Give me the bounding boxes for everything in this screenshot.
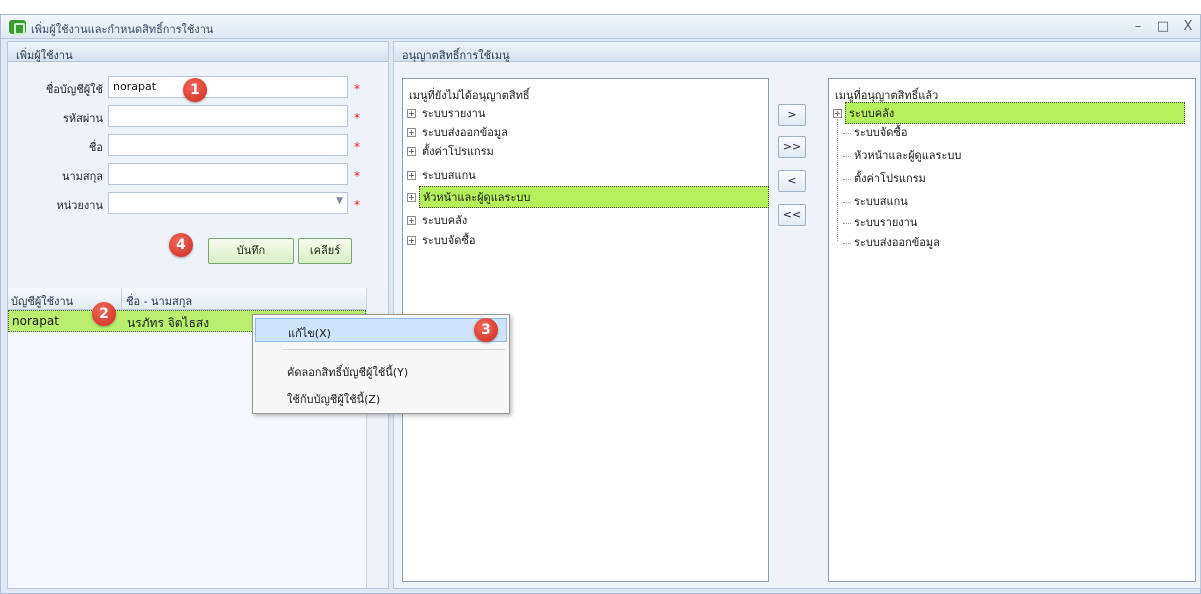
expand-icon[interactable]: +: [833, 108, 842, 118]
menu-item-edit[interactable]: แก้ไข(X): [255, 318, 507, 342]
first-name-label: ชื่อ: [88, 141, 103, 154]
tree-leaf-admin[interactable]: หัวหน้าและผู้ดูแลระบบ: [843, 146, 961, 164]
annotation-badge-4: 4: [169, 233, 193, 257]
expand-icon[interactable]: +: [407, 170, 416, 180]
password-label: รหัสผ่าน: [62, 112, 103, 125]
expand-icon[interactable]: +: [407, 192, 416, 202]
app-icon: [9, 20, 26, 35]
clear-button[interactable]: เคลียร์: [298, 238, 352, 264]
available-menu-title: เมนูที่ยังไม่ได้อนุญาตสิทธิ์: [409, 89, 530, 102]
title-bar: เพิ่มผู้ใช้งานและกำหนดสิทธิ์การใช้งาน – …: [1, 15, 1200, 39]
department-select[interactable]: ▼: [108, 192, 348, 214]
tree-item-purchasing[interactable]: + ระบบจัดซื้อ: [407, 230, 478, 248]
tree-item-warehouse-granted[interactable]: + ระบบคลัง: [833, 102, 1185, 124]
department-label: หน่วยงาน: [56, 199, 103, 212]
tree-connector: [837, 119, 838, 241]
cell-name: นรภัทร จิตไธสง: [127, 316, 210, 330]
user-permission-window: เพิ่มผู้ใช้งานและกำหนดสิทธิ์การใช้งาน – …: [0, 14, 1201, 594]
first-name-input[interactable]: [108, 134, 348, 156]
account-label: ชื่อบัญชีผู้ใช้: [45, 83, 103, 96]
account-input[interactable]: norapat: [108, 76, 348, 98]
menu-divider: [283, 349, 505, 350]
tree-item-warehouse[interactable]: + ระบบคลัง: [407, 210, 470, 228]
close-button[interactable]: X: [1179, 18, 1197, 36]
tree-item-report[interactable]: + ระบบรายงาน: [407, 103, 488, 121]
annotation-badge-2: 2: [92, 302, 116, 326]
column-header-account[interactable]: บัญชีผู้ใช้งาน: [11, 292, 73, 310]
last-name-label: นามสกุล: [61, 170, 103, 183]
add-all-button[interactable]: >>: [778, 136, 806, 158]
add-user-panel-header: เพิ่มผู้ใช้งาน: [8, 42, 388, 62]
expand-icon[interactable]: +: [407, 108, 416, 118]
window-title: เพิ่มผู้ใช้งานและกำหนดสิทธิ์การใช้งาน: [31, 23, 214, 36]
last-name-input[interactable]: [108, 163, 348, 185]
tree-item-export[interactable]: + ระบบส่งออกข้อมูล: [407, 122, 511, 140]
required-mark: *: [354, 82, 360, 96]
menu-item-apply-to-user[interactable]: ใช้กับบัญชีผู้ใช้นี้(Z): [255, 385, 507, 409]
row-context-menu: แก้ไข(X) คัดลอกสิทธิ์บัญชีผู้ใช้นี้(Y) ใ…: [252, 314, 510, 414]
minimize-button[interactable]: –: [1129, 18, 1147, 36]
password-input[interactable]: [108, 105, 348, 127]
expand-icon[interactable]: +: [407, 215, 416, 225]
cell-account: norapat: [12, 314, 59, 328]
maximize-button[interactable]: □: [1154, 18, 1172, 36]
annotation-badge-1: 1: [183, 78, 207, 102]
tree-item-settings[interactable]: + ตั้งค่าโปรแกรม: [407, 141, 497, 159]
column-header-name[interactable]: ชื่อ - นามสกุล: [126, 292, 192, 310]
tree-leaf-report[interactable]: ระบบรายงาน: [843, 213, 917, 231]
tree-leaf-export[interactable]: ระบบส่งออกข้อมูล: [843, 233, 940, 251]
tree-leaf-scan[interactable]: ระบบสแกน: [843, 192, 908, 210]
tree-item-admin[interactable]: + หัวหน้าและผู้ดูแลระบบ: [407, 186, 769, 208]
granted-menu-list[interactable]: เมนูที่อนุญาตสิทธิ์แล้ว + ระบบคลัง ระบบจั…: [828, 78, 1196, 582]
remove-all-button[interactable]: <<: [778, 204, 806, 226]
column-divider: [121, 288, 122, 310]
required-mark: *: [354, 198, 360, 212]
tree-leaf-settings[interactable]: ตั้งค่าโปรแกรม: [843, 169, 926, 187]
required-mark: *: [354, 111, 360, 125]
expand-icon[interactable]: +: [407, 235, 416, 245]
menu-permission-header: อนุญาตสิทธิ์การใช้เมนู: [394, 42, 1200, 62]
tree-item-scan[interactable]: + ระบบสแกน: [407, 165, 479, 183]
tree-leaf-purchasing[interactable]: ระบบจัดซื้อ: [843, 123, 907, 141]
add-selected-button[interactable]: >: [778, 104, 806, 126]
remove-selected-button[interactable]: <: [778, 170, 806, 192]
required-mark: *: [354, 169, 360, 183]
save-button[interactable]: บันทึก: [208, 238, 294, 264]
expand-icon[interactable]: +: [407, 146, 416, 156]
annotation-badge-3: 3: [474, 318, 498, 342]
menu-item-copy-permissions[interactable]: คัดลอกสิทธิ์บัญชีผู้ใช้นี้(Y): [255, 358, 507, 382]
expand-icon[interactable]: +: [407, 127, 416, 137]
chevron-down-icon[interactable]: ▼: [336, 196, 343, 206]
menu-permission-panel: อนุญาตสิทธิ์การใช้เมนู เมนูที่ยังไม่ได้อ…: [393, 41, 1201, 589]
required-mark: *: [354, 140, 360, 154]
grid-header: บัญชีผู้ใช้งาน ชื่อ - นามสกุล: [8, 288, 366, 310]
